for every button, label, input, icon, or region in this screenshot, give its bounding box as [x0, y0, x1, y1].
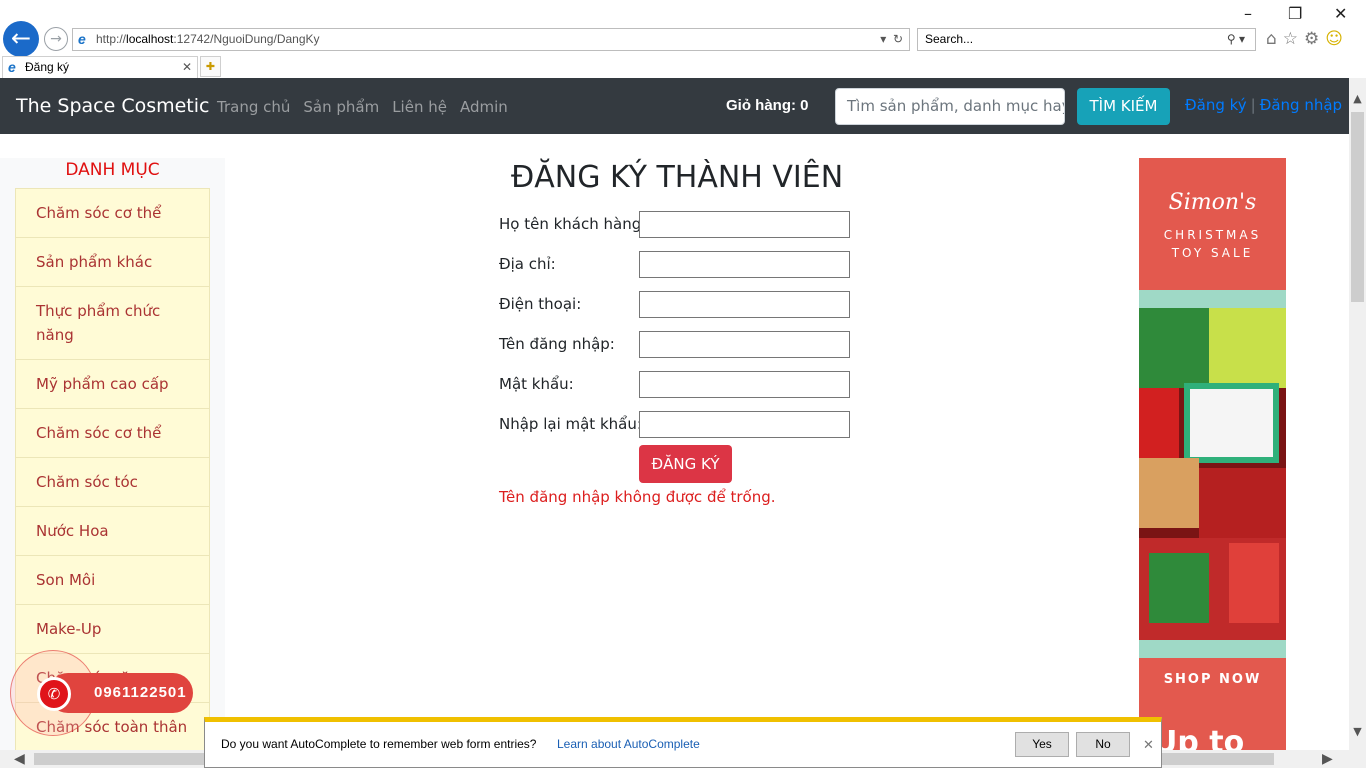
favorites-star-icon[interactable]: ☆	[1283, 29, 1304, 49]
scroll-right-icon[interactable]: ▶	[1322, 751, 1333, 767]
category-item[interactable]: Thực phẩm chức năng	[15, 287, 210, 360]
learn-autocomplete-link[interactable]: Learn about AutoComplete	[557, 737, 700, 751]
dropdown-arrow-icon: ▾	[880, 32, 887, 46]
category-item[interactable]: Nước Hoa	[15, 507, 210, 556]
banner-header: Simon's CHRISTMAS TOY SALE	[1139, 158, 1286, 290]
auth-links: Đăng ký | Đăng nhập	[1185, 96, 1342, 114]
vertical-scrollbar[interactable]: ▲ ▼	[1349, 78, 1366, 750]
tab-close-icon[interactable]: ✕	[182, 57, 192, 77]
vertical-scroll-thumb[interactable]	[1351, 112, 1364, 302]
new-tab-button[interactable]: ✚	[200, 56, 221, 77]
nav-links: Trang chủ Sản phẩm Liên hệ Admin	[217, 98, 521, 116]
scroll-up-icon[interactable]: ▲	[1349, 92, 1366, 105]
arrow-right-icon: →	[50, 31, 62, 47]
register-link[interactable]: Đăng ký	[1185, 96, 1247, 114]
product-search-placeholder: Tìm sản phẩm, danh mục hay	[847, 97, 1065, 115]
new-tab-icon: ✚	[205, 60, 216, 73]
phone-label: Điện thoại:	[499, 295, 582, 313]
address-url: http://localhost:12742/NguoiDung/DangKy	[96, 32, 320, 46]
back-button[interactable]: ←	[3, 21, 39, 57]
cart-count[interactable]: Giỏ hàng: 0	[726, 97, 809, 114]
address-bar-buttons[interactable]: ▾ ↻	[880, 29, 903, 50]
login-link[interactable]: Đăng nhập	[1260, 96, 1342, 114]
product-search-input[interactable]: Tìm sản phẩm, danh mục hay	[835, 88, 1065, 125]
category-item[interactable]: Sản phẩm khác	[15, 238, 210, 287]
gift-boxes-image	[1139, 308, 1286, 640]
site-navbar: The Space Cosmetic Trang chủ Sản phẩm Liên…	[0, 78, 1349, 134]
nav-link-contact[interactable]: Liên hệ	[392, 98, 447, 116]
nav-link-admin[interactable]: Admin	[460, 98, 508, 116]
username-input[interactable]	[639, 331, 850, 358]
page-title: ĐĂNG KÝ THÀNH VIÊN	[511, 160, 844, 195]
arrow-left-icon: ←	[10, 24, 32, 52]
restore-icon[interactable]: ❐	[1288, 4, 1302, 23]
auth-separator: |	[1250, 96, 1256, 114]
browser-tab[interactable]: e Đăng ký ✕	[2, 56, 198, 78]
smiley-feedback-icon[interactable]: ☺	[1325, 29, 1349, 49]
validation-error: Tên đăng nhập không được để trống.	[499, 488, 776, 506]
nav-link-home[interactable]: Trang chủ	[217, 98, 290, 116]
register-submit-button[interactable]: ĐĂNG KÝ	[639, 445, 732, 483]
toolbar-icons: ⌂☆⚙☺	[1266, 29, 1349, 49]
phone-icon[interactable]: ✆	[37, 677, 71, 711]
autocomplete-no-button[interactable]: No	[1076, 732, 1130, 757]
brand-link[interactable]: The Space Cosmetic	[16, 95, 209, 117]
scroll-left-icon[interactable]: ◀	[14, 751, 25, 767]
christmas-sale-banner[interactable]: Simon's CHRISTMAS TOY SALE SHOP NOW Up to	[1139, 158, 1286, 750]
username-label: Tên đăng nhập:	[499, 335, 615, 353]
category-item[interactable]: Son Môi	[15, 556, 210, 605]
notification-close-icon[interactable]: ✕	[1143, 737, 1154, 753]
category-item[interactable]: Make-Up	[15, 605, 210, 654]
minimize-icon[interactable]: –	[1244, 4, 1252, 23]
address-label: Địa chỉ:	[499, 255, 556, 273]
autocomplete-message: Do you want AutoComplete to remember web…	[221, 737, 537, 751]
password-input[interactable]	[639, 371, 850, 398]
scroll-down-icon[interactable]: ▼	[1349, 725, 1366, 738]
home-icon[interactable]: ⌂	[1266, 29, 1283, 49]
browser-chrome: – ❐ ✕ ← → e http://localhost:12742/Nguoi…	[0, 0, 1366, 78]
forward-button[interactable]: →	[44, 27, 68, 51]
autocomplete-notification: Do you want AutoComplete to remember web…	[204, 717, 1162, 768]
confirm-password-input[interactable]	[639, 411, 850, 438]
banner-brand: Simon's	[1168, 190, 1257, 215]
banner-stripe	[1139, 640, 1286, 658]
browser-search-placeholder: Search...	[925, 32, 974, 46]
autocomplete-yes-button[interactable]: Yes	[1015, 732, 1069, 757]
fullname-label: Họ tên khách hàng:	[499, 215, 647, 233]
banner-subtitle: CHRISTMAS TOY SALE	[1163, 228, 1262, 260]
gear-icon[interactable]: ⚙	[1304, 29, 1325, 49]
close-window-icon[interactable]: ✕	[1334, 4, 1347, 23]
category-item[interactable]: Mỹ phẩm cao cấp	[15, 360, 210, 409]
refresh-icon: ↻	[892, 32, 903, 46]
address-input[interactable]	[639, 251, 850, 278]
address-bar[interactable]: e http://localhost:12742/NguoiDung/DangK…	[72, 28, 910, 51]
banner-stripe	[1139, 290, 1286, 308]
search-icon[interactable]: ⚲ ▾	[1227, 29, 1245, 50]
password-label: Mật khẩu:	[499, 375, 574, 393]
nav-link-products[interactable]: Sản phẩm	[303, 98, 379, 116]
tab-title: Đăng ký	[25, 60, 70, 74]
shop-now-button[interactable]: SHOP NOW	[1139, 658, 1286, 704]
ie-page-icon: e	[78, 31, 86, 47]
sidebar-title: DANH MỤC	[65, 160, 160, 180]
browser-search-box[interactable]: Search... ⚲ ▾	[917, 28, 1256, 51]
phone-input[interactable]	[639, 291, 850, 318]
category-item[interactable]: Chăm sóc cơ thể	[15, 409, 210, 458]
ie-tab-icon: e	[8, 59, 16, 75]
confirm-password-label: Nhập lại mật khẩu:	[499, 415, 642, 433]
fullname-input[interactable]	[639, 211, 850, 238]
search-button[interactable]: TÌM KIẾM	[1077, 88, 1170, 125]
category-item[interactable]: Chăm sóc cơ thể	[15, 188, 210, 238]
category-item[interactable]: Chăm sóc tóc	[15, 458, 210, 507]
